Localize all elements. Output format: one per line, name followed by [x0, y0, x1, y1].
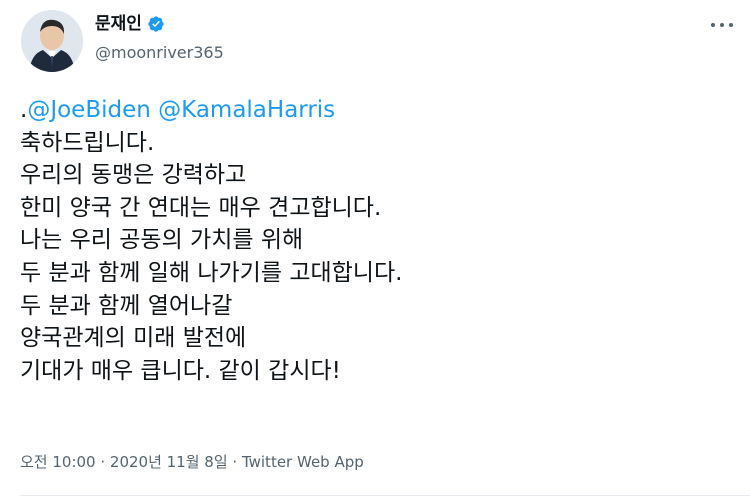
profile-photo-icon [21, 10, 83, 72]
more-horizontal-icon[interactable] [711, 18, 733, 32]
tweet-line: 두 분과 함께 일해 나가기를 고대합니다. [20, 259, 403, 286]
tweet-line: 기대가 매우 큽니다. 같이 갑시다! [20, 357, 341, 384]
author-display-name[interactable]: 문재인 [95, 14, 142, 34]
author-name-row[interactable]: 문재인 [95, 14, 165, 34]
tweet-timestamp[interactable]: 오전 10:00 · 2020년 11월 8일 · Twitter Web Ap… [20, 452, 364, 472]
tweet-line: 우리의 동맹은 강력하고 [20, 162, 247, 189]
tweet-line: 나는 우리 공동의 가치를 위해 [20, 227, 304, 254]
more-dot [711, 23, 715, 27]
verified-badge-icon [148, 16, 164, 32]
tweet-line: 축하드립니다. [20, 129, 155, 156]
mention-joebiden[interactable]: @JoeBiden [27, 97, 151, 123]
more-dot [729, 23, 733, 27]
tweet-body: .@JoeBiden @KamalaHarris 축하드립니다. 우리의 동맹은… [20, 94, 730, 387]
mention-kamalaharris[interactable]: @KamalaHarris [158, 97, 335, 123]
tweet-line: 한미 양국 간 연대는 매우 견고합니다. [20, 194, 382, 221]
tweet-line: 양국관계의 미래 발전에 [20, 325, 247, 352]
avatar[interactable] [21, 10, 83, 72]
more-dot [720, 23, 724, 27]
tweet-line: 두 분과 함께 열어나갈 [20, 292, 233, 319]
tweet-line-mentions: .@JoeBiden @KamalaHarris [20, 94, 730, 127]
author-handle[interactable]: @moonriver365 [95, 43, 224, 63]
tweet-card: 문재인 @moonriver365 .@JoeBiden @KamalaHarr… [0, 0, 750, 496]
